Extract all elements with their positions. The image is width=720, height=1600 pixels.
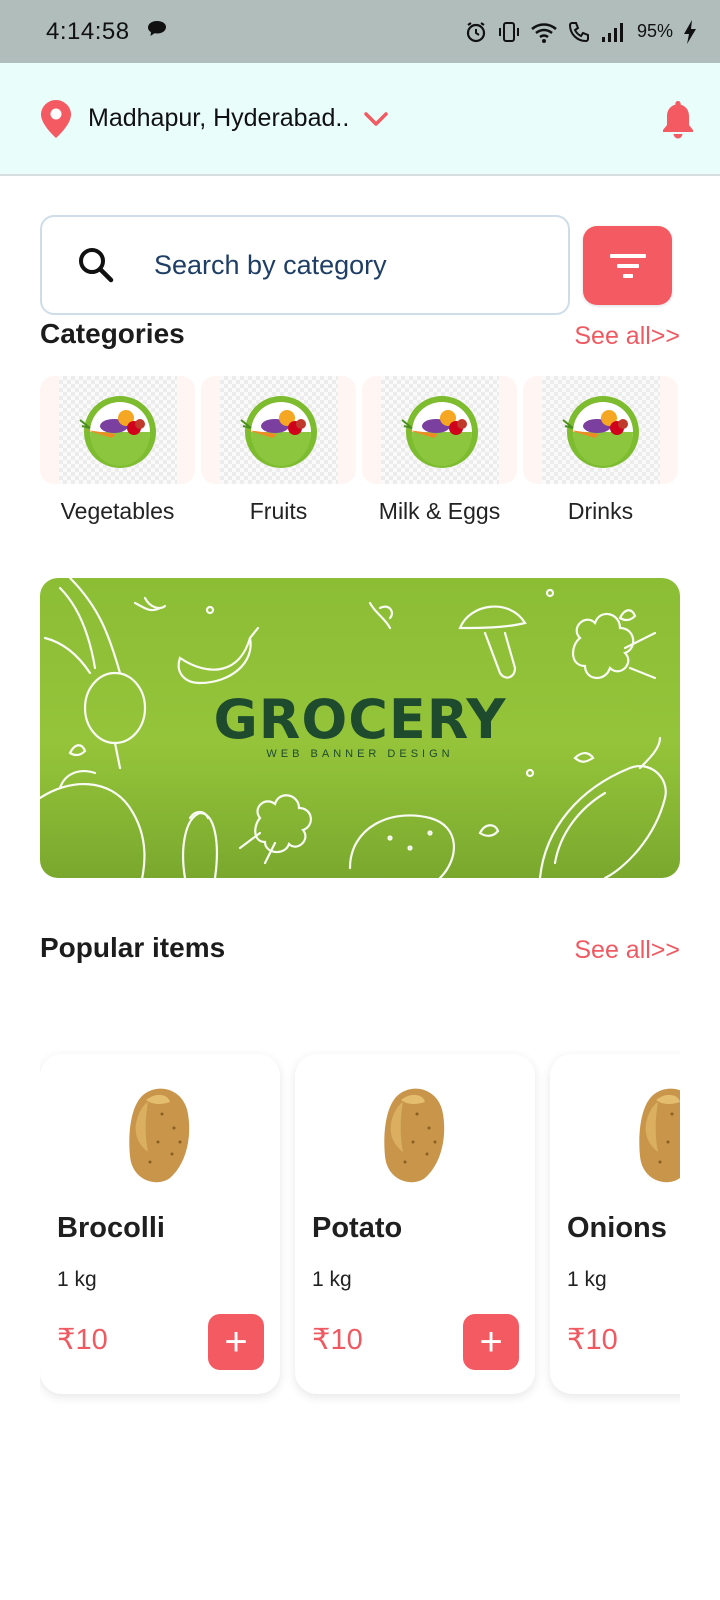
plus-icon: + [479, 1320, 503, 1364]
product-card[interactable]: Onions 1 kg ₹10 + [550, 1054, 680, 1394]
popular-see-all-link[interactable]: See all>> [574, 936, 680, 965]
search-placeholder: Search by category [154, 249, 387, 280]
potato-icon [377, 1084, 453, 1184]
alarm-icon [464, 20, 488, 44]
category-item[interactable]: Fruits [201, 376, 356, 526]
chat-notification-icon [146, 19, 168, 44]
category-label: Vegetables [60, 498, 175, 524]
battery-percent: 95% [636, 21, 673, 41]
location-label[interactable]: Madhapur, Hyderabad.. [88, 104, 349, 133]
category-tile[interactable] [201, 376, 356, 484]
category-tile[interactable] [40, 376, 195, 484]
vegetable-basket-icon [380, 376, 499, 484]
potato-icon [122, 1084, 198, 1184]
filter-button[interactable] [583, 226, 672, 305]
status-time: 4:14:58 [46, 17, 130, 45]
vegetable-basket-icon [541, 376, 660, 484]
category-item[interactable]: Milk & Eggs [362, 376, 517, 526]
category-label: Drinks [567, 498, 634, 524]
banner-subtitle: WEB BANNER DESIGN [266, 748, 454, 760]
product-quantity: 1 kg [312, 1268, 352, 1291]
location-header: Madhapur, Hyderabad.. [0, 63, 720, 176]
popular-items-list: Brocolli 1 kg ₹10 + Potato 1 kg ₹10 + On… [40, 1050, 680, 1410]
product-quantity: 1 kg [567, 1268, 607, 1291]
product-card[interactable]: Potato 1 kg ₹10 + [295, 1054, 535, 1394]
product-quantity: 1 kg [57, 1268, 97, 1291]
promo-banner[interactable]: GROCERY WEB BANNER DESIGN [40, 578, 680, 878]
filter-icon [609, 253, 646, 278]
potato-icon [632, 1084, 680, 1184]
status-bar: 4:14:58 95% [0, 0, 720, 63]
vegetable-basket-icon [58, 376, 177, 484]
product-price: ₹10 [57, 1324, 108, 1356]
vegetable-basket-icon [219, 376, 338, 484]
category-label: Milk & Eggs [378, 498, 501, 524]
chevron-down-icon[interactable] [363, 110, 389, 128]
product-price: ₹10 [312, 1324, 363, 1356]
category-tile[interactable] [362, 376, 517, 484]
popular-items-title: Popular items [40, 932, 226, 963]
plus-icon: + [224, 1320, 248, 1364]
category-list: Vegetables Fruits Milk & Eggs Drinks [40, 376, 680, 526]
wifi-icon [530, 20, 558, 44]
category-tile[interactable] [523, 376, 678, 484]
add-to-cart-button[interactable]: + [208, 1314, 264, 1370]
signal-icon [600, 20, 628, 44]
notification-bell-icon[interactable] [660, 98, 696, 140]
charging-icon [682, 19, 698, 45]
vibrate-icon [497, 20, 521, 44]
product-card[interactable]: Brocolli 1 kg ₹10 + [40, 1054, 280, 1394]
category-item[interactable]: Drinks [523, 376, 678, 526]
product-name: Brocolli [57, 1212, 165, 1244]
product-price: ₹10 [567, 1324, 618, 1356]
search-input[interactable]: Search by category [40, 215, 570, 315]
category-label: Fruits [249, 498, 308, 524]
product-name: Potato [312, 1212, 403, 1244]
location-pin-icon[interactable] [38, 98, 74, 140]
add-to-cart-button[interactable]: + [463, 1314, 519, 1370]
search-icon [79, 248, 114, 283]
categories-title: Categories [40, 318, 185, 349]
product-name: Onions [567, 1212, 667, 1244]
call-icon [567, 20, 591, 44]
banner-title: GROCERY [213, 688, 507, 751]
category-item[interactable]: Vegetables [40, 376, 195, 526]
categories-see-all-link[interactable]: See all>> [574, 322, 680, 351]
